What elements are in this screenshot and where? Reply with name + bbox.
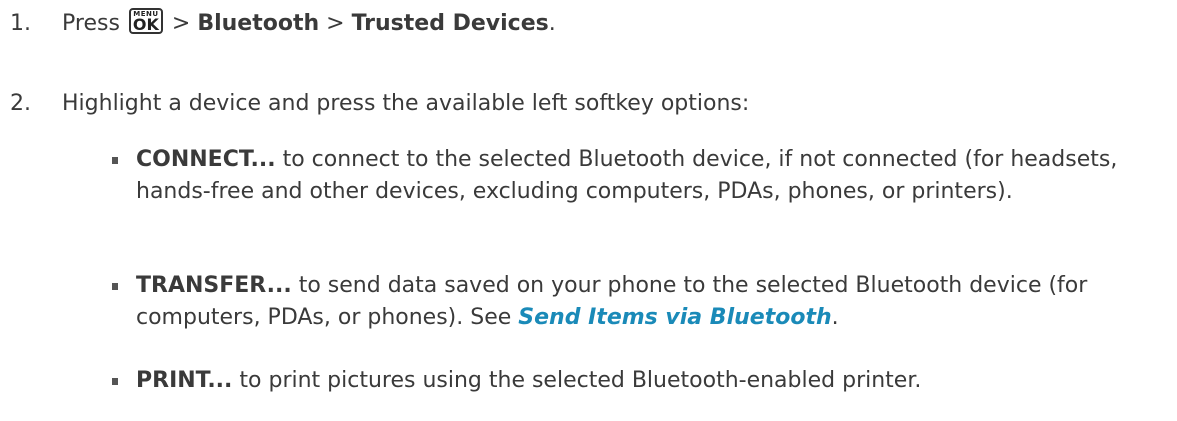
menu-item-trusted-devices: Trusted Devices bbox=[351, 11, 549, 36]
separator: > bbox=[319, 11, 352, 36]
menu-item-bluetooth: Bluetooth bbox=[197, 11, 320, 36]
step-number: 1. bbox=[10, 11, 31, 36]
bullet-description: to connect to the selected Bluetooth dev… bbox=[136, 147, 1118, 204]
key-bottom-label: OK bbox=[132, 15, 159, 34]
bullet-item-print: PRINT... to print pictures using the sel… bbox=[136, 365, 1156, 397]
send-items-link[interactable]: Send Items via Bluetooth bbox=[518, 305, 831, 330]
bullet-term: PRINT... bbox=[136, 368, 233, 393]
step-text: Highlight a device and press the availab… bbox=[62, 91, 750, 116]
step-number: 2. bbox=[10, 91, 31, 116]
bullet-term: CONNECT... bbox=[136, 147, 276, 172]
bullet-term: TRANSFER... bbox=[136, 273, 292, 298]
step-text: Press MENU OK > Bluetooth > Trusted Devic… bbox=[62, 8, 556, 40]
bullet-marker bbox=[112, 157, 118, 164]
period: . bbox=[831, 305, 839, 330]
separator: > bbox=[164, 11, 198, 36]
bullet-marker bbox=[112, 283, 118, 290]
bullet-description: to print pictures using the selected Blu… bbox=[232, 368, 922, 393]
bullet-item-transfer: TRANSFER... to send data saved on your p… bbox=[136, 270, 1156, 334]
bullet-item-connect: CONNECT... to connect to the selected Bl… bbox=[136, 144, 1156, 208]
press-label: Press bbox=[62, 11, 127, 36]
period: . bbox=[548, 11, 556, 36]
bullet-marker bbox=[112, 378, 118, 385]
menu-ok-key-icon: MENU OK bbox=[128, 8, 163, 34]
